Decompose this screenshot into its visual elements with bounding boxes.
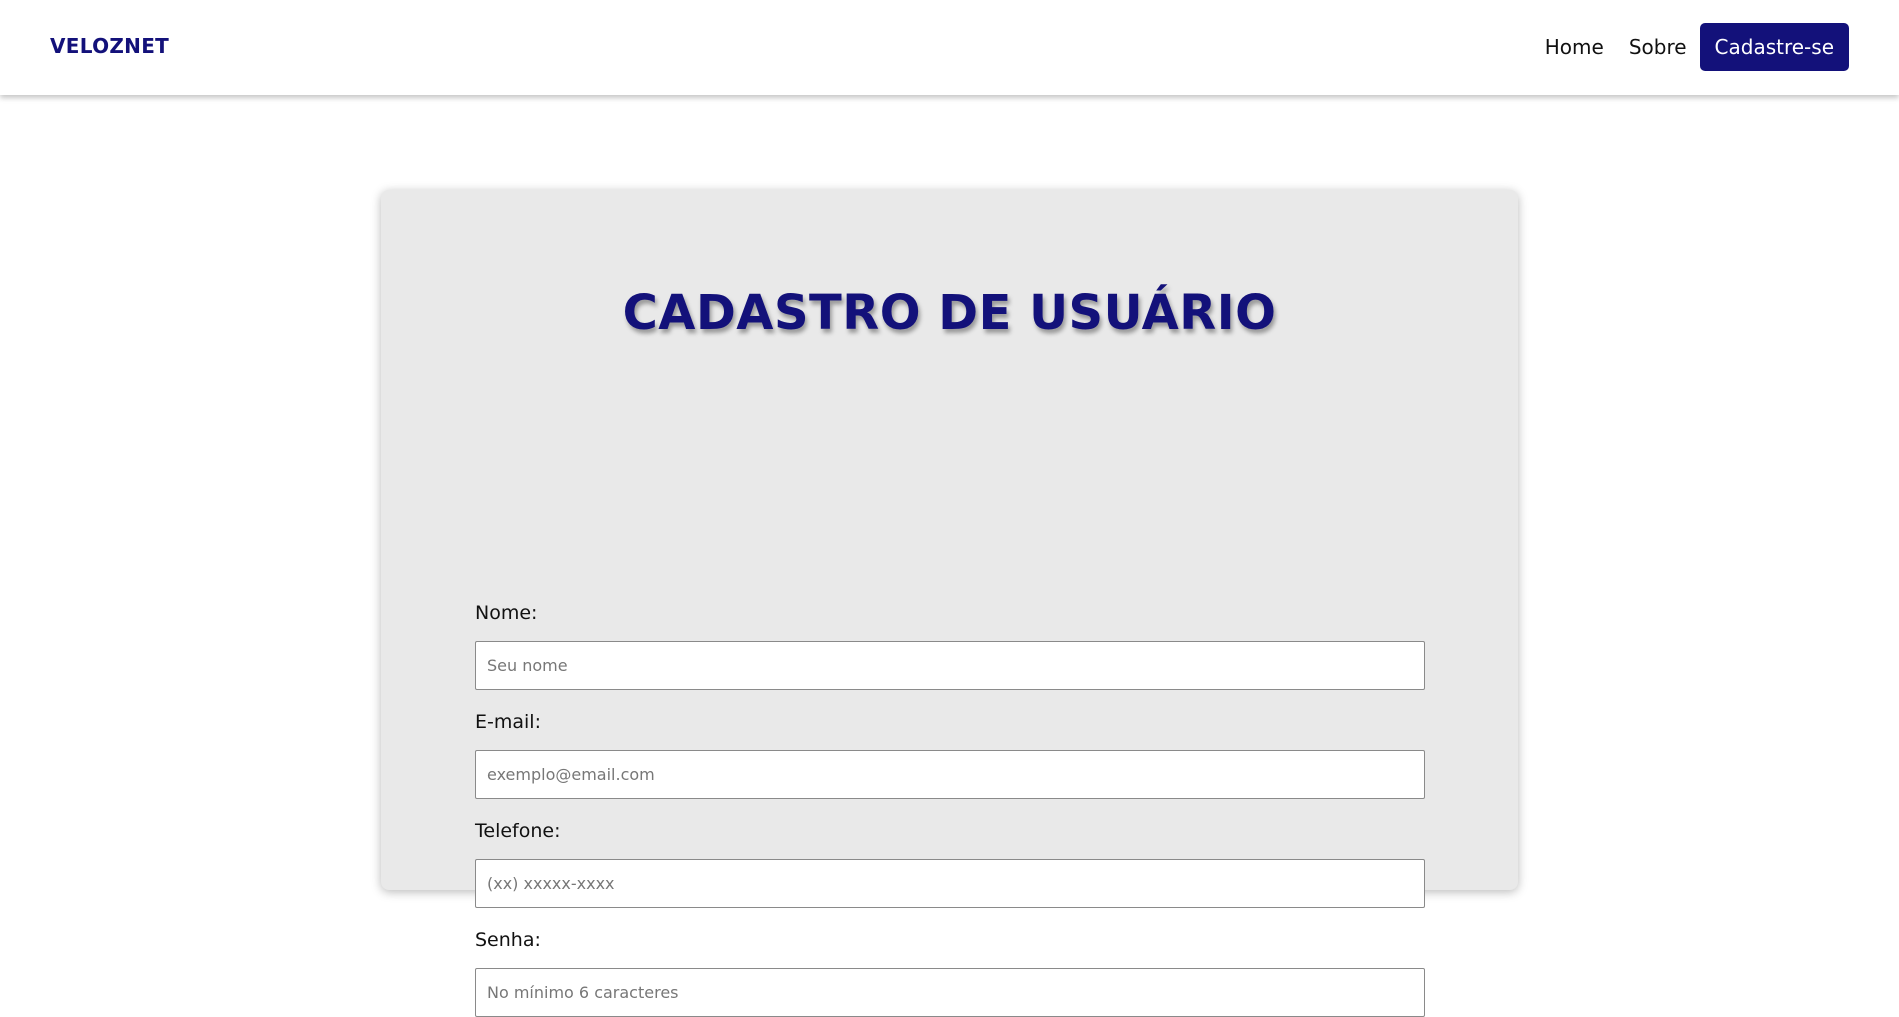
email-field-group: E-mail: [475, 709, 1425, 799]
password-label: Senha: [475, 929, 541, 951]
form-title: CADASTRO DE USUÁRIO [622, 285, 1277, 341]
phone-label: Telefone: [475, 820, 561, 842]
email-input[interactable] [475, 750, 1425, 799]
nav-link-home[interactable]: Home [1545, 35, 1604, 59]
name-input[interactable] [475, 641, 1425, 690]
nav-links: Home Sobre Cadastre-se [1545, 23, 1849, 71]
brand-logo[interactable]: VELOZNET [50, 34, 169, 58]
name-field-group: Nome: [475, 600, 1425, 690]
nav-link-about[interactable]: Sobre [1629, 35, 1687, 59]
phone-field-group: Telefone: [475, 818, 1425, 908]
signup-button[interactable]: Cadastre-se [1699, 23, 1849, 71]
registration-card: CADASTRO DE USUÁRIO Nome: E-mail: Telefo… [381, 190, 1518, 1017]
email-label: E-mail: [475, 711, 541, 733]
password-field-group: Senha: [475, 927, 1425, 1017]
phone-input[interactable] [475, 859, 1425, 908]
top-navbar: VELOZNET Home Sobre Cadastre-se [0, 0, 1899, 95]
name-label: Nome: [475, 602, 538, 624]
password-input[interactable] [475, 968, 1425, 1017]
